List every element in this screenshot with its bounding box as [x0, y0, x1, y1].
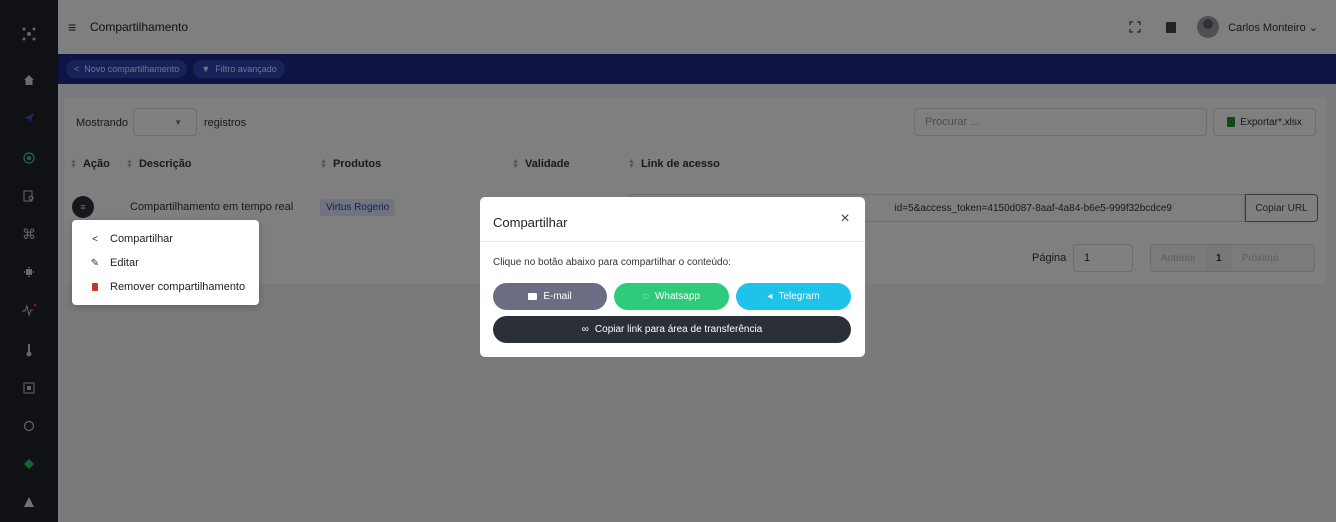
modal-description: Clique no botão abaixo para compartilhar…	[493, 257, 731, 268]
menu-item-label: Compartilhar	[110, 233, 173, 245]
close-icon[interactable]: ×	[837, 211, 853, 227]
copy-link-button[interactable]: ∞ Copiar link para área de transferência	[493, 316, 851, 343]
telegram-icon: ◂	[767, 291, 773, 302]
link-icon: ∞	[581, 324, 589, 335]
share-whatsapp-button[interactable]: ◌ Whatsapp	[614, 283, 729, 310]
share-modal: Compartilhar × Clique no botão abaixo pa…	[480, 197, 865, 357]
share-icon: <	[92, 233, 98, 245]
menu-item-remove[interactable]: Remover compartilhamento	[90, 281, 245, 293]
email-label: E-mail	[543, 291, 572, 302]
menu-item-edit[interactable]: ✎ Editar	[90, 257, 139, 269]
edit-icon: ✎	[90, 257, 100, 269]
modal-title: Compartilhar	[493, 215, 568, 230]
trash-icon	[90, 283, 100, 291]
envelope-icon	[528, 293, 538, 300]
menu-item-label: Editar	[110, 257, 139, 269]
whatsapp-label: Whatsapp	[654, 291, 700, 302]
share-telegram-button[interactable]: ◂ Telegram	[736, 283, 851, 310]
menu-item-label: Remover compartilhamento	[110, 281, 246, 293]
share-email-button[interactable]: E-mail	[493, 283, 607, 310]
row-action-menu: < Compartilhar ✎ Editar Remover comparti…	[72, 220, 259, 305]
divider	[480, 241, 865, 242]
whatsapp-icon: ◌	[643, 291, 649, 302]
telegram-label: Telegram	[778, 291, 820, 302]
copy-link-label: Copiar link para área de transferência	[594, 324, 763, 335]
menu-item-share[interactable]: < Compartilhar	[90, 233, 173, 245]
